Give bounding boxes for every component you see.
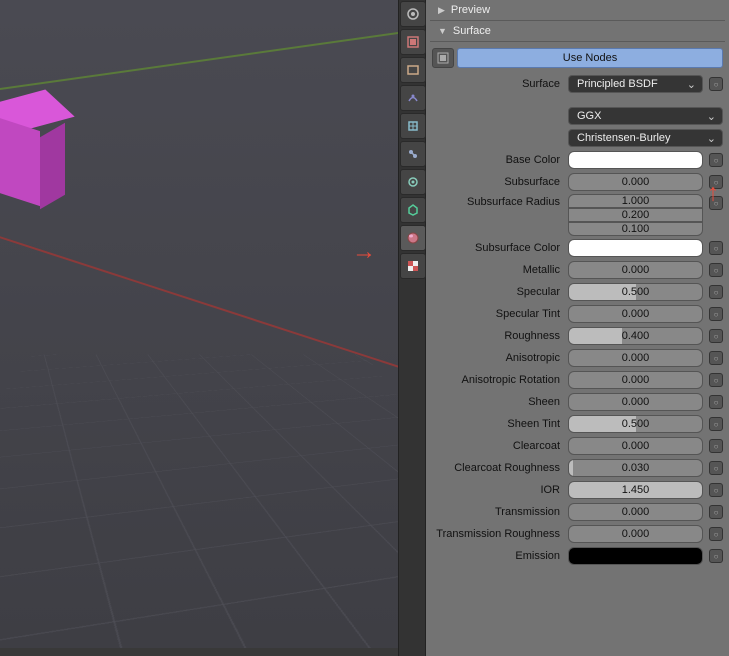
connector-emission[interactable]: ○ (709, 549, 723, 563)
anisotropic-rotation-slider[interactable]: 0.000 (568, 371, 703, 389)
emission-color-field[interactable] (568, 547, 703, 565)
clearcoat-slider[interactable]: 0.000 (568, 437, 703, 455)
subsurface-radius-r[interactable]: 1.000 (568, 194, 703, 208)
axis-y (0, 12, 398, 97)
properties-tab-column (398, 0, 426, 656)
distribution-dropdown[interactable]: GGX (568, 107, 723, 125)
subsurface-radius-label: Subsurface Radius (432, 194, 562, 208)
roughness-label: Roughness (432, 330, 562, 342)
connector-sheen-tint[interactable]: ○ (709, 417, 723, 431)
connector-transmission[interactable]: ○ (709, 505, 723, 519)
transmission-roughness-label: Transmission Roughness (432, 528, 562, 540)
subsurface-method-dropdown[interactable]: Christensen-Burley (568, 129, 723, 147)
connector-clearcoat-roughness[interactable]: ○ (709, 461, 723, 475)
subsurface-color-field[interactable] (568, 239, 703, 257)
clearcoat-label: Clearcoat (432, 440, 562, 452)
clearcoat-roughness-slider[interactable]: 0.030 (568, 459, 703, 477)
tab-scene[interactable] (400, 57, 426, 83)
emission-label: Emission (432, 550, 562, 562)
ior-field[interactable]: 1.450 (568, 481, 703, 499)
specular-label: Specular (432, 286, 562, 298)
viewport-3d[interactable]: → (0, 0, 398, 648)
tab-world[interactable] (400, 85, 426, 111)
base-color-field[interactable] (568, 151, 703, 169)
transmission-roughness-slider[interactable]: 0.000 (568, 525, 703, 543)
metallic-label: Metallic (432, 264, 562, 276)
sheen-tint-slider[interactable]: 0.500 (568, 415, 703, 433)
cube-object[interactable] (0, 95, 60, 195)
connector-specular-tint[interactable]: ○ (709, 307, 723, 321)
panel-preview-header[interactable]: ▶ Preview (430, 0, 725, 21)
anisotropic-slider[interactable]: 0.000 (568, 349, 703, 367)
connector-transmission-roughness[interactable]: ○ (709, 527, 723, 541)
tab-constraints[interactable] (400, 141, 426, 167)
cube-face-side (40, 123, 65, 209)
sheen-slider[interactable]: 0.000 (568, 393, 703, 411)
connector-surface[interactable]: ○ (709, 77, 723, 91)
subsurface-radius-g[interactable]: 0.200 (568, 208, 703, 222)
subsurface-color-label: Subsurface Color (432, 242, 562, 254)
base-color-label: Base Color (432, 154, 562, 166)
tab-render-layers[interactable] (400, 29, 426, 55)
tab-material[interactable] (400, 225, 426, 251)
transmission-label: Transmission (432, 506, 562, 518)
connector-roughness[interactable]: ○ (709, 329, 723, 343)
surface-shader-dropdown[interactable]: Principled BSDF (568, 75, 703, 93)
annotation-arrow-material-tab: → (352, 238, 376, 266)
anisotropic-label: Anisotropic (432, 352, 562, 364)
cube-face-front (0, 115, 40, 206)
metallic-slider[interactable]: 0.000 (568, 261, 703, 279)
connector-base-color[interactable]: ○ (709, 153, 723, 167)
panel-preview-label: Preview (451, 4, 490, 16)
subsurface-label: Subsurface (432, 176, 562, 188)
panel-surface-header[interactable]: ▼ Surface (430, 21, 725, 42)
anisotropic-rotation-label: Anisotropic Rotation (432, 374, 562, 386)
tab-texture[interactable] (400, 253, 426, 279)
panel-surface-label: Surface (453, 25, 491, 37)
use-nodes-button[interactable]: Use Nodes (457, 48, 723, 68)
tab-data[interactable] (400, 197, 426, 223)
connector-anisotropic-rotation[interactable]: ○ (709, 373, 723, 387)
specular-tint-label: Specular Tint (432, 308, 562, 320)
specular-slider[interactable]: 0.500 (568, 283, 703, 301)
connector-clearcoat[interactable]: ○ (709, 439, 723, 453)
sheen-tint-label: Sheen Tint (432, 418, 562, 430)
connector-subsurface-color[interactable]: ○ (709, 241, 723, 255)
annotation-arrow-base-color: → (696, 182, 724, 206)
tab-object[interactable] (400, 113, 426, 139)
chevron-down-icon: ▼ (438, 26, 447, 36)
surface-label: Surface (432, 78, 562, 90)
connector-metallic[interactable]: ○ (709, 263, 723, 277)
subsurface-radius-b[interactable]: 0.100 (568, 222, 703, 236)
connector-sheen[interactable]: ○ (709, 395, 723, 409)
tab-render[interactable] (400, 1, 426, 27)
chevron-right-icon: ▶ (438, 5, 445, 16)
subsurface-slider[interactable]: 0.000 (568, 173, 703, 191)
properties-panel: ▶ Preview ▼ Surface Use Nodes Surface Pr… (426, 0, 729, 656)
connector-anisotropic[interactable]: ○ (709, 351, 723, 365)
connector-ior[interactable]: ○ (709, 483, 723, 497)
tab-modifiers[interactable] (400, 169, 426, 195)
connector-specular[interactable]: ○ (709, 285, 723, 299)
clearcoat-roughness-label: Clearcoat Roughness (432, 462, 562, 474)
transmission-slider[interactable]: 0.000 (568, 503, 703, 521)
specular-tint-slider[interactable]: 0.000 (568, 305, 703, 323)
grid-floor (0, 354, 398, 648)
node-toggle-icon[interactable] (432, 48, 454, 68)
ior-label: IOR (432, 484, 562, 496)
sheen-label: Sheen (432, 396, 562, 408)
roughness-slider[interactable]: 0.400 (568, 327, 703, 345)
